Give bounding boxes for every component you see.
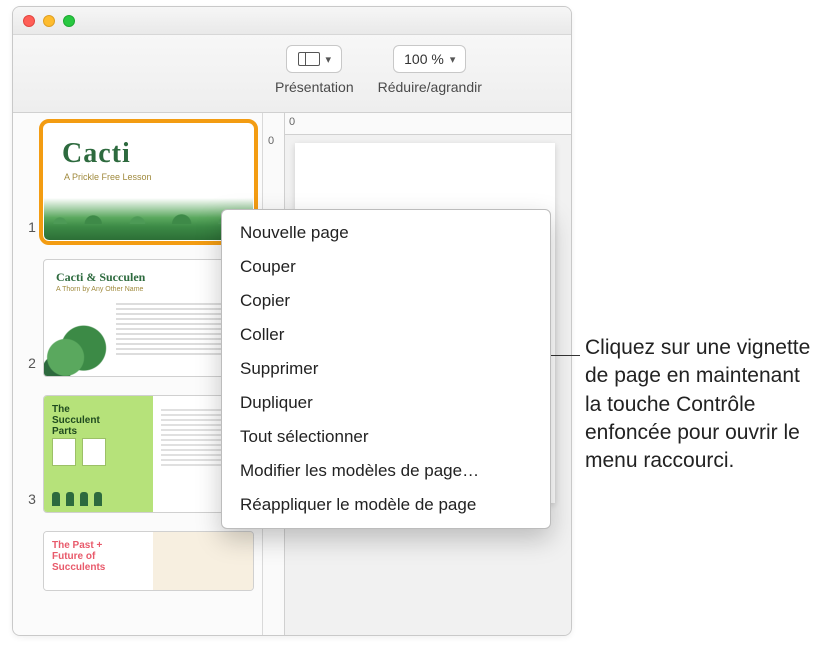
page-thumbnail-4[interactable]: The Past + Future of Succulents (43, 531, 254, 591)
plant-illustration (44, 314, 116, 376)
thumb3-left-panel: The Succulent Parts (44, 396, 153, 512)
toolbar-group-zoom: 100 % ▾ Réduire/agrandir (378, 45, 482, 95)
thumb1-subtitle: A Prickle Free Lesson (64, 172, 152, 182)
menu-item-reapply-template[interactable]: Réappliquer le modèle de page (222, 488, 550, 522)
window-close-button[interactable] (23, 15, 35, 27)
menu-item-copy[interactable]: Copier (222, 284, 550, 318)
thumb3-title: The Succulent Parts (52, 404, 100, 437)
context-menu: Nouvelle page Couper Copier Coller Suppr… (221, 209, 551, 529)
menu-item-new-page[interactable]: Nouvelle page (222, 216, 550, 250)
thumb2-subtitle: A Thorn by Any Other Name (56, 286, 143, 293)
zoom-value: 100 % (404, 51, 444, 67)
horizontal-ruler: 0 (285, 113, 571, 135)
chevron-down-icon: ▾ (450, 53, 456, 66)
thumbnail-row: 2 Cacti & Succulen A Thorn by Any Other … (21, 259, 254, 377)
menu-item-duplicate[interactable]: Dupliquer (222, 386, 550, 420)
thumbnail-number (21, 585, 43, 591)
toolbar: ▾ Présentation 100 % ▾ Réduire/agrandir (13, 35, 571, 113)
menu-item-paste[interactable]: Coller (222, 318, 550, 352)
thumbnail-row: 1 Cacti A Prickle Free Lesson (21, 123, 254, 241)
thumb4-title: The Past + Future of Succulents (52, 540, 145, 573)
thumb4-right-panel (153, 532, 253, 590)
menu-item-delete[interactable]: Supprimer (222, 352, 550, 386)
view-button[interactable]: ▾ (286, 45, 342, 73)
zoom-button[interactable]: 100 % ▾ (393, 45, 466, 73)
callout-text: Cliquez sur une vignette de page en main… (585, 334, 815, 476)
thumbnail-number: 3 (21, 491, 43, 513)
window-zoom-button[interactable] (63, 15, 75, 27)
toolbar-group-view: ▾ Présentation (275, 45, 354, 95)
thumbnail-row: The Past + Future of Succulents (21, 531, 254, 591)
chevron-down-icon: ▾ (326, 53, 332, 66)
thumb3-images (52, 438, 106, 466)
thumb4-left-panel: The Past + Future of Succulents (44, 532, 153, 590)
titlebar (13, 7, 571, 35)
menu-item-select-all[interactable]: Tout sélectionner (222, 420, 550, 454)
thumbnail-row: 3 The Succulent Parts (21, 395, 254, 513)
view-icon (298, 52, 320, 66)
menu-item-cut[interactable]: Couper (222, 250, 550, 284)
cacti-icons (52, 492, 102, 506)
menu-item-edit-templates[interactable]: Modifier les modèles de page… (222, 454, 550, 488)
thumb1-title: Cacti (62, 138, 131, 170)
thumbnail-number: 2 (21, 355, 43, 377)
thumbnail-number: 1 (21, 219, 43, 241)
thumb2-title: Cacti & Succulen (56, 270, 145, 285)
view-label: Présentation (275, 79, 354, 95)
window-minimize-button[interactable] (43, 15, 55, 27)
app-window: ▾ Présentation 100 % ▾ Réduire/agrandir … (12, 6, 572, 636)
zoom-label: Réduire/agrandir (378, 79, 482, 95)
